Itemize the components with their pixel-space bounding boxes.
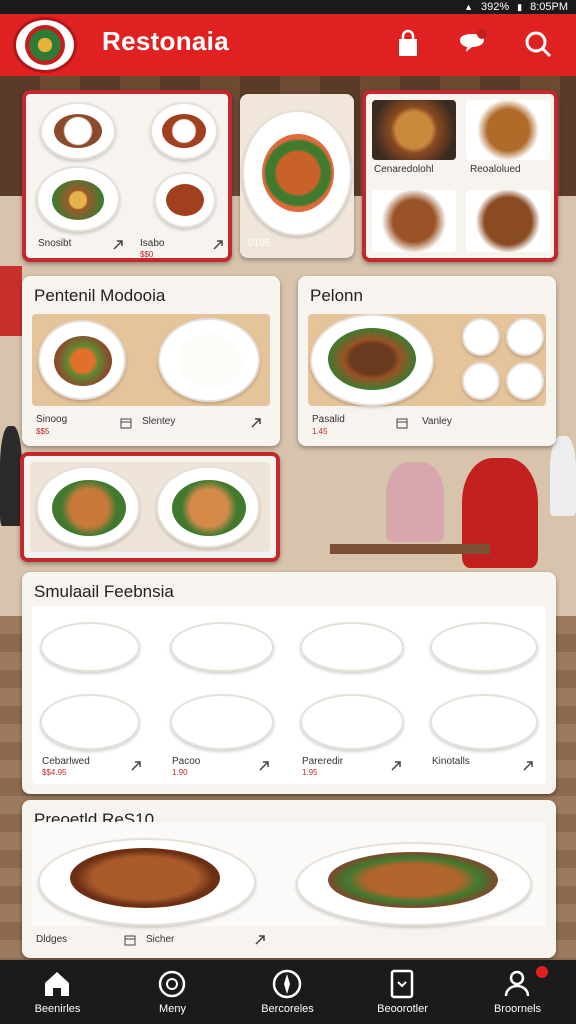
dish-name: Sinoog: [36, 414, 68, 425]
dish-photo: [30, 462, 270, 552]
dish-price: $$4.95: [42, 768, 67, 777]
share-icon[interactable]: [250, 417, 262, 429]
dish-name: Reoalolued: [470, 164, 521, 175]
dish-image: [40, 694, 140, 750]
dish-image: [466, 100, 550, 160]
dish-price: 1.45: [312, 427, 328, 436]
dish-image: [372, 190, 456, 252]
bookmark-icon: [390, 969, 414, 999]
share-icon[interactable]: [130, 760, 142, 772]
dish-name: Kinotalls: [432, 756, 470, 767]
dish-name: Slentey: [142, 416, 176, 427]
share-icon[interactable]: [254, 934, 266, 946]
battery-icon: ▮: [517, 1, 523, 12]
dish-image: [466, 190, 550, 252]
dish-photo: [32, 822, 546, 926]
nav-label: Bercoreles: [261, 1003, 314, 1015]
dish-price: $$0: [140, 250, 154, 259]
section-title: Pelonn: [310, 286, 363, 305]
calendar-icon[interactable]: [124, 934, 136, 946]
dish-photo: [32, 314, 270, 406]
app-header: Restonaia: [0, 14, 576, 76]
dish-price: $$5: [36, 427, 50, 436]
shopping-bag-icon[interactable]: [392, 28, 424, 60]
dish-name: 0105: [248, 238, 271, 249]
dish-image: [430, 694, 538, 750]
diner-person: [386, 462, 444, 542]
dish-name: Cenaredolohl: [374, 164, 434, 175]
notification-dot: [536, 966, 548, 978]
dish-name: Cebarlwed: [42, 756, 90, 767]
dish-photo: [308, 314, 546, 406]
staff-person: [550, 436, 576, 516]
dish-name: Snosibt: [38, 238, 72, 249]
nav-label: Meny: [159, 1003, 186, 1015]
compass-icon: [272, 969, 302, 999]
dish-grid: Cebarlwed $$4.95 Pacoo 1.90 Pareredir 1.…: [32, 606, 546, 784]
profile-icon: [504, 970, 530, 997]
share-icon[interactable]: [390, 760, 402, 772]
dish-image: [300, 622, 404, 672]
app-title: Restonaia: [102, 26, 229, 56]
search-icon[interactable]: [522, 28, 554, 60]
nav-item-explore[interactable]: Bercoreles: [230, 960, 345, 1024]
nav-label: Beoorotler: [377, 1003, 428, 1015]
dish-image: [170, 622, 274, 672]
status-bar: ▲ 392% ▮ 8:05PM: [0, 0, 576, 14]
dish-price: 1.95: [302, 768, 318, 777]
wall-sign: [0, 266, 22, 336]
dish-name: Vanley: [422, 416, 452, 427]
chicken-banner[interactable]: [20, 452, 280, 562]
dish-name: Pasalid: [312, 414, 345, 425]
dish-name: Isabo: [140, 238, 165, 249]
featured-card-rice[interactable]: Snosibt Isabo $$0: [22, 90, 232, 262]
nav-item-profile[interactable]: Broornels: [460, 960, 575, 1024]
section-card-3[interactable]: Smulaail Feebnsia Cebarlwed $$4.95 Pacoo…: [22, 572, 556, 794]
dish-image: [154, 172, 216, 228]
dish-name: Dldges: [36, 934, 68, 945]
dish-image: [372, 100, 456, 160]
section-title: Pentenil Modooia: [34, 286, 166, 305]
dish-image: [150, 102, 218, 160]
logo[interactable]: [13, 17, 77, 73]
section-title: Smulaail Feebnsia: [34, 582, 174, 601]
dish-image: [430, 622, 538, 672]
nav-item-saved[interactable]: Beoorotler: [345, 960, 460, 1024]
clock: 8:05PM: [530, 1, 568, 13]
share-icon[interactable]: [522, 760, 534, 772]
share-icon[interactable]: [212, 239, 224, 251]
nav-label: Beenirles: [34, 1003, 81, 1015]
dish-name: Sicher: [146, 934, 175, 945]
dish-image: [242, 110, 352, 236]
nav-item-home[interactable]: Beenirles: [0, 960, 115, 1024]
dish-image: [40, 622, 140, 672]
dish-image: [40, 102, 116, 160]
dish-name: Pacoo: [172, 756, 201, 767]
section-card-4[interactable]: Preoetld ReS10 Dldges Sicher: [22, 800, 556, 958]
bottom-nav: Beenirles Meny Bercoreles Beoorotler Bro…: [0, 960, 576, 1024]
wifi-icon: ▲: [464, 2, 473, 12]
share-icon[interactable]: [258, 760, 270, 772]
signal-value: 392%: [480, 1, 510, 13]
nav-item-menu[interactable]: Meny: [115, 960, 230, 1024]
dish-name: Pareredir: [302, 756, 344, 767]
section-card-1[interactable]: Pentenil Modooia Sinoog $$5 Slentey: [22, 276, 280, 446]
nav-label: Broornels: [493, 1003, 542, 1015]
chat-icon[interactable]: [456, 28, 488, 60]
featured-card-chicken[interactable]: Cenaredolohl Reoalolued: [362, 90, 558, 262]
calendar-icon[interactable]: [396, 417, 408, 429]
share-icon[interactable]: [112, 239, 124, 251]
dining-table: [330, 544, 490, 554]
section-card-2[interactable]: Pelonn Pasalid 1.45 Vanley: [298, 276, 556, 446]
dish-price: 1.90: [172, 768, 188, 777]
diner-person: [0, 426, 22, 526]
calendar-icon[interactable]: [120, 417, 132, 429]
menu-icon: [158, 970, 186, 998]
dish-image: [36, 166, 120, 232]
featured-card-grilled[interactable]: 0105: [240, 94, 354, 258]
home-icon: [45, 972, 69, 996]
dish-image: [300, 694, 404, 750]
logo-emblem: [25, 25, 65, 65]
dish-image: [170, 694, 274, 750]
